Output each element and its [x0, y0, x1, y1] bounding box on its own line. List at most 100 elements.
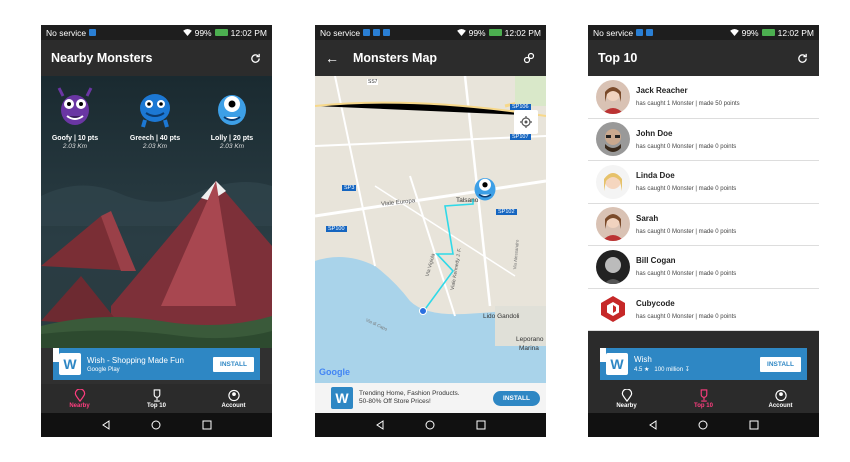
monster-marker-icon[interactable] [470, 171, 500, 203]
ad-banner[interactable]: W Wish - Shopping Made Fun Google Play I… [53, 348, 260, 380]
avatar [596, 292, 630, 327]
back-triangle-icon[interactable] [375, 420, 385, 430]
app-bar: ← Monsters Map [315, 40, 546, 76]
install-button[interactable]: INSTALL [493, 390, 540, 406]
install-button[interactable]: INSTALL [213, 356, 254, 372]
crosshair-icon [520, 116, 532, 128]
leaderboard-list: Jack Reacher has caught 1 Monster | made… [588, 76, 819, 331]
bottom-nav: Nearby Top 10 Account [41, 384, 272, 413]
system-nav-bar [41, 413, 272, 437]
ad-subtitle: Google Play [87, 366, 120, 373]
ad-banner[interactable]: W Wish 4.5 ★ 100 million ↧ INSTALL [600, 348, 807, 380]
back-triangle-icon[interactable] [648, 420, 658, 430]
battery-icon [761, 29, 775, 36]
monster-greech-icon [140, 94, 170, 128]
ad-line: 50-80% Off Store Prices! [359, 398, 431, 405]
map-label-leporano: Leporano [516, 336, 544, 343]
player-name: Jack Reacher [636, 86, 688, 96]
nav-top10[interactable]: Top 10 [127, 388, 187, 409]
back-arrow-icon[interactable]: ← [325, 50, 339, 66]
monster-name: Goofy | 10 pts [51, 135, 99, 142]
account-icon [227, 389, 240, 401]
carrier-text: No service [46, 27, 87, 38]
battery-percent: 99% [468, 27, 486, 38]
nav-nearby[interactable]: Nearby [597, 388, 657, 409]
recents-square-icon[interactable] [202, 420, 212, 430]
download-icon: ↧ [684, 367, 690, 373]
list-item[interactable]: Jack Reacher has caught 1 Monster | made… [588, 76, 819, 119]
monster-card[interactable]: Greech | 40 pts 2.03 Km [124, 86, 186, 150]
status-bar: No service 99% 12:02 PM [41, 25, 272, 40]
list-item[interactable]: Linda Doe has caught 0 Monster | made 0 … [588, 161, 819, 204]
list-item[interactable]: Sarah has caught 0 Monster | made 0 poin… [588, 204, 819, 246]
recents-square-icon[interactable] [476, 420, 486, 430]
road-shield-sp107: SP107 [510, 134, 531, 140]
list-item[interactable]: Bill Cogan has caught 0 Monster | made 0… [588, 246, 819, 289]
back-triangle-icon[interactable] [101, 420, 111, 430]
clock: 12:02 PM [230, 27, 267, 38]
ad-subtitle: 4.5 ★ 100 million ↧ [634, 366, 760, 373]
page-title: Top 10 [598, 51, 638, 65]
ad-banner[interactable]: W Trending Home, Fashion Products. 50-80… [315, 383, 546, 413]
notification-icon [89, 29, 97, 36]
ad-choices-icon[interactable] [600, 348, 606, 362]
home-circle-icon[interactable] [151, 420, 161, 430]
ad-choices-icon[interactable] [53, 348, 59, 362]
status-bar: No service 99% 12:02 PM [315, 25, 546, 40]
location-pin-icon [621, 388, 632, 402]
nav-label: Top 10 [147, 402, 166, 409]
player-name: Linda Doe [636, 171, 675, 181]
map-view[interactable]: Talsano Viale Europa Lido Gandoli Lepora… [315, 76, 546, 383]
clock: 12:02 PM [504, 27, 541, 38]
monster-distance: 2.03 Km [62, 143, 88, 150]
monster-card[interactable]: Goofy | 10 pts 2.03 Km [44, 86, 106, 150]
page-title: Nearby Monsters [51, 51, 153, 65]
nav-nearby[interactable]: Nearby [50, 388, 110, 409]
recents-square-icon[interactable] [749, 420, 759, 430]
list-item[interactable]: John Doe has caught 0 Monster | made 0 p… [588, 119, 819, 161]
battery-percent: 99% [194, 27, 212, 38]
monster-name: Lolly | 20 pts [210, 135, 254, 142]
player-stats: has caught 0 Monster | made 0 points [636, 228, 737, 235]
phone-nearby-screen: No service 99% 12:02 PM Nearby Monsters [41, 25, 272, 437]
system-nav-bar [588, 413, 819, 437]
bottom-nav: Nearby Top 10 Account [588, 384, 819, 413]
nav-label: Account [221, 402, 246, 409]
list-item[interactable]: Cubycode has caught 0 Monster | made 0 p… [588, 289, 819, 331]
nav-label: Top 10 [694, 402, 713, 409]
nav-account[interactable]: Account [751, 389, 811, 409]
wish-logo-icon: W [331, 387, 353, 409]
wifi-icon [182, 29, 192, 36]
monster-distance: 2.03 Km [142, 143, 168, 150]
carrier-text: No service [320, 27, 361, 38]
nav-account[interactable]: Account [204, 389, 264, 409]
refresh-icon[interactable] [248, 51, 262, 65]
trophy-icon [700, 388, 707, 402]
status-bar: No service 99% 12:02 PM [588, 25, 819, 40]
monster-card[interactable]: Lolly | 20 pts 2.03 Km [201, 86, 263, 150]
avatar [596, 79, 630, 114]
home-circle-icon[interactable] [425, 420, 435, 430]
my-location-button[interactable] [514, 110, 538, 134]
road-shield-sp102: SP102 [496, 209, 517, 215]
refresh-icon[interactable] [795, 51, 809, 65]
app-bar: Top 10 [588, 40, 819, 76]
notification-icon [363, 29, 371, 36]
install-button[interactable]: INSTALL [760, 356, 801, 372]
nav-top10[interactable]: Top 10 [674, 388, 734, 409]
wifi-icon [456, 29, 466, 36]
nav-label: Account [768, 402, 793, 409]
phone-top10-screen: No service 99% 12:02 PM Top 10 Jack Reac… [588, 25, 819, 437]
nav-label: Nearby [69, 402, 90, 409]
monster-goofy-icon [57, 87, 93, 125]
map-layers-icon[interactable] [522, 51, 536, 65]
carrier-text: No service [593, 27, 634, 38]
notification-icon [646, 29, 654, 36]
app-bar: Nearby Monsters [41, 40, 272, 76]
nav-label: Nearby [616, 402, 637, 409]
map-canvas [315, 76, 546, 383]
home-circle-icon[interactable] [698, 420, 708, 430]
player-name: Cubycode [636, 298, 675, 308]
avatar [596, 249, 630, 284]
player-stats: has caught 1 Monster | made 50 points [636, 101, 740, 108]
